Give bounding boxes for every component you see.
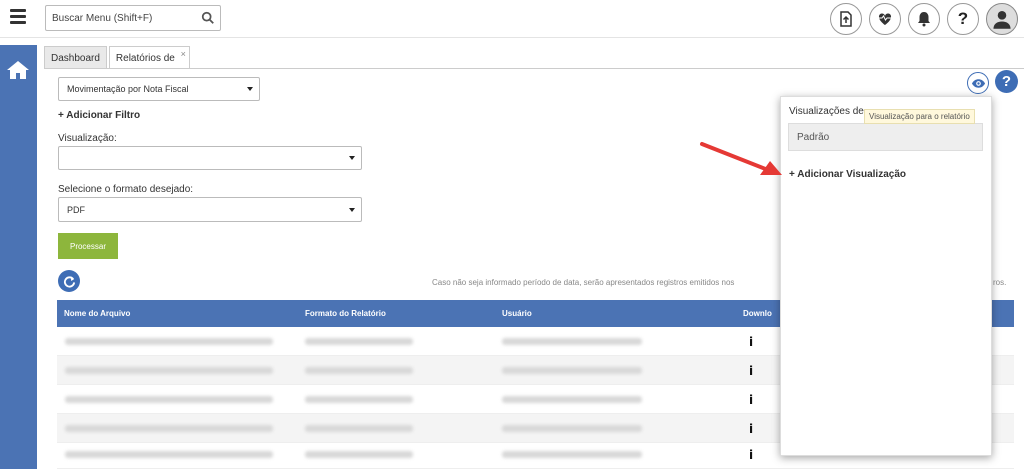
visualization-toggle-button[interactable] xyxy=(967,72,989,94)
user-cell xyxy=(502,396,642,403)
visualization-item-default[interactable]: Padrão xyxy=(788,123,983,151)
search-input[interactable]: Buscar Menu (Shift+F) xyxy=(45,5,221,31)
user-cell xyxy=(502,338,642,345)
column-header-file-name[interactable]: Nome do Arquivo xyxy=(64,309,130,318)
eye-icon xyxy=(971,78,985,88)
report-format-cell xyxy=(305,425,413,432)
visualization-select[interactable] xyxy=(58,146,362,170)
add-filter-link[interactable]: + Adicionar Filtro xyxy=(58,110,140,121)
health-icon xyxy=(878,13,892,25)
page-help-button[interactable]: ? xyxy=(995,70,1018,93)
download-info-icon[interactable]: i xyxy=(749,335,753,349)
tab-label: Dashboard xyxy=(51,53,100,64)
tab-label: Relatórios de xyxy=(115,53,175,64)
report-format-cell xyxy=(305,367,413,374)
tab-bar: Dashboard Relatórios de × xyxy=(44,46,192,69)
report-select[interactable]: Movimentação por Nota Fiscal xyxy=(58,77,260,101)
process-button[interactable]: Processar xyxy=(58,233,118,259)
tab-relatorios[interactable]: Relatórios de × xyxy=(108,46,190,69)
visualization-label: Visualização: xyxy=(58,133,117,144)
top-bar: Buscar Menu (Shift+F) ? xyxy=(0,0,1024,38)
column-header-user[interactable]: Usuário xyxy=(502,309,532,318)
user-cell xyxy=(502,425,642,432)
user-avatar-button[interactable] xyxy=(986,3,1018,35)
tab-divider xyxy=(44,68,1024,69)
file-name-cell xyxy=(65,451,273,458)
user-cell xyxy=(502,367,642,374)
add-visualization-link[interactable]: + Adicionar Visualização xyxy=(789,169,906,180)
column-header-report-format[interactable]: Formato do Relatório xyxy=(305,309,386,318)
report-format-cell xyxy=(305,396,413,403)
file-name-cell xyxy=(65,396,273,403)
report-format-cell xyxy=(305,451,413,458)
report-select-value: Movimentação por Nota Fiscal xyxy=(67,84,189,94)
annotation-arrow-icon xyxy=(700,142,782,175)
download-info-icon[interactable]: i xyxy=(749,422,753,436)
download-info-icon[interactable]: i xyxy=(749,364,753,378)
visualization-tooltip: Visualização para o relatório xyxy=(864,109,975,124)
download-info-icon[interactable]: i xyxy=(749,448,753,462)
chevron-down-icon xyxy=(349,156,355,160)
refresh-button[interactable] xyxy=(58,270,80,292)
user-icon xyxy=(993,11,1011,29)
chevron-down-icon xyxy=(247,87,253,91)
column-header-download[interactable]: Downlo xyxy=(743,309,772,318)
sidebar xyxy=(0,45,37,469)
health-button[interactable] xyxy=(869,3,901,35)
menu-icon[interactable] xyxy=(10,9,26,25)
notifications-button[interactable] xyxy=(908,3,940,35)
home-icon[interactable] xyxy=(6,59,30,81)
help-icon: ? xyxy=(957,9,969,28)
help-button[interactable]: ? xyxy=(947,3,979,35)
tab-dashboard[interactable]: Dashboard xyxy=(44,46,107,68)
chevron-down-icon xyxy=(349,207,355,212)
file-name-cell xyxy=(65,425,273,432)
refresh-icon xyxy=(63,275,75,288)
visualization-panel-title: Visualizações de xyxy=(789,106,864,117)
search-icon[interactable] xyxy=(201,11,215,25)
user-cell xyxy=(502,451,642,458)
visualization-panel: Visualizações de Padrão + Adicionar Visu… xyxy=(780,96,992,456)
date-notice-tail: ros. xyxy=(993,278,1007,287)
file-name-cell xyxy=(65,338,273,345)
upload-file-icon xyxy=(840,11,852,27)
bell-icon xyxy=(918,12,930,27)
format-label: Selecione o formato desejado: xyxy=(58,184,194,195)
download-info-icon[interactable]: i xyxy=(749,393,753,407)
close-icon[interactable]: × xyxy=(181,49,186,59)
file-name-cell xyxy=(65,367,273,374)
upload-file-button[interactable] xyxy=(830,3,862,35)
format-select[interactable]: PDF xyxy=(58,197,362,222)
report-format-cell xyxy=(305,338,413,345)
format-value: PDF xyxy=(67,204,85,215)
search-placeholder: Buscar Menu (Shift+F) xyxy=(52,13,153,24)
date-notice-text: Caso não seja informado período de data,… xyxy=(432,278,735,287)
